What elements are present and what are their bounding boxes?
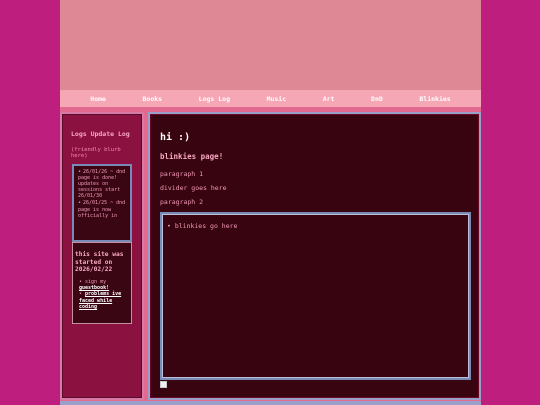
page-subtitle: blinkies page! [160, 152, 224, 161]
nav-blinkies[interactable]: Blinkies [419, 95, 450, 103]
footer-bar [60, 401, 481, 405]
blinkies-box: • blinkies go here [160, 212, 471, 380]
paragraph-1: paragraph 1 [160, 170, 204, 178]
sidebar: Logs Update Log (friendly blurb here) • 2… [60, 112, 144, 400]
nav-music[interactable]: Music [267, 95, 287, 103]
nav-home[interactable]: Home [90, 95, 106, 103]
divider-placeholder: divider goes here [160, 184, 227, 192]
site-info-box: this site was started on 2026/02/22 • si… [72, 242, 132, 324]
log-entry: • 26/01/25 ~ dnd page is now officially i… [78, 200, 126, 219]
main-content: hi :) blinkies page! paragraph 1 divider… [148, 112, 481, 400]
nav-dnd[interactable]: DnD [371, 95, 383, 103]
paragraph-2: paragraph 2 [160, 198, 204, 206]
sidebar-blurb: (friendly blurb here) [71, 147, 121, 160]
header-banner [60, 0, 481, 90]
nav-art[interactable]: Art [323, 95, 335, 103]
nav-bar: Home Books Logs Log Music Art DnD Blinki… [60, 90, 481, 107]
nav-logs-log[interactable]: Logs Log [199, 95, 230, 103]
problems-item: • problems ive faced while coding [79, 291, 122, 310]
update-log-scrollbox[interactable]: • 26/01/26 ~ dnd page is done! updates on… [72, 164, 132, 242]
update-log-title: Logs Update Log [71, 130, 130, 138]
nav-books[interactable]: Books [143, 95, 163, 103]
page-title: hi :) [160, 132, 191, 143]
guestbook-link[interactable]: guestbook! [79, 285, 109, 291]
log-entry: • 26/01/26 ~ dnd page is done! updates on… [78, 169, 126, 200]
problems-link[interactable]: problems ive faced while coding [79, 291, 121, 309]
site-container: Home Books Logs Log Music Art DnD Blinki… [60, 0, 481, 405]
blinkies-item: • blinkies go here [167, 222, 238, 230]
site-started-text: this site was started on 2026/02/22 [75, 251, 124, 273]
broken-image-icon [160, 381, 167, 388]
guestbook-item: • sign my guestbook! [79, 279, 110, 292]
